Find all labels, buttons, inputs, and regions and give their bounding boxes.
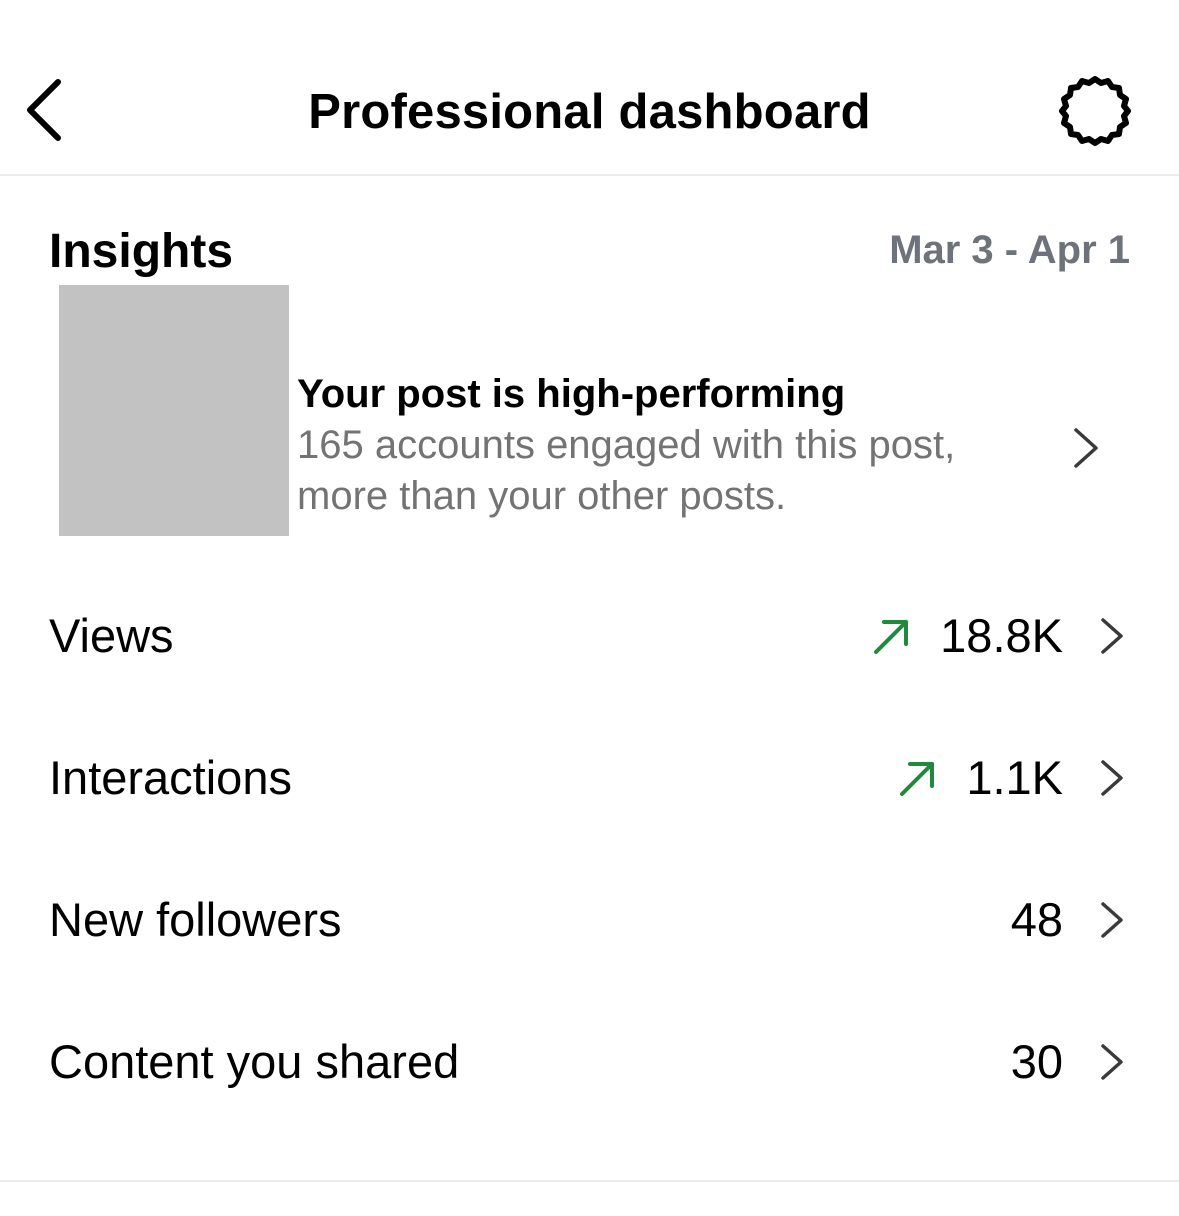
highlight-title: Your post is high-performing — [297, 372, 846, 416]
metric-row-new-followers[interactable]: New followers 48 — [0, 860, 1179, 980]
metric-label: New followers — [49, 893, 342, 946]
chevron-right-icon — [1101, 618, 1123, 654]
metric-value-group: 1.1K — [896, 718, 1127, 838]
chevron-right-icon — [1101, 760, 1123, 796]
metric-value: 30 — [1010, 1035, 1063, 1088]
top-bar: Professional dashboard — [0, 0, 1179, 176]
metric-value: 18.8K — [940, 609, 1063, 662]
metric-value: 1.1K — [966, 751, 1063, 804]
highlight-description: 165 accounts engaged with this post, mor… — [297, 423, 956, 518]
metric-value-group: 18.8K — [870, 576, 1127, 696]
insights-heading: Insights — [49, 225, 234, 278]
chevron-right-icon — [1074, 428, 1098, 468]
trend-up-arrow-icon — [900, 762, 935, 796]
metric-value-group: 30 — [1011, 1002, 1127, 1122]
divider — [0, 1180, 1179, 1182]
page-title: Professional dashboard — [308, 85, 871, 139]
metric-row-content-shared[interactable]: Content you shared 30 — [0, 1002, 1179, 1122]
chevron-right-icon — [1101, 1044, 1123, 1080]
high-performing-post-card[interactable]: Your post is high-performing 165 account… — [0, 284, 1179, 536]
settings-button[interactable] — [1056, 75, 1134, 147]
metric-row-views[interactable]: Views 18.8K — [0, 576, 1179, 696]
date-range[interactable]: Mar 3 - Apr 1 — [889, 224, 1130, 276]
metric-value-group: 48 — [1011, 860, 1127, 980]
chevron-right-icon — [1101, 902, 1123, 938]
post-thumbnail — [59, 285, 289, 536]
metric-value: 48 — [1010, 893, 1063, 946]
metric-label: Content you shared — [49, 1035, 460, 1088]
metric-label: Interactions — [49, 751, 292, 804]
metric-label: Views — [49, 609, 174, 662]
trend-up-arrow-icon — [874, 620, 909, 654]
metric-row-interactions[interactable]: Interactions 1.1K — [0, 718, 1179, 838]
gear-icon — [1059, 76, 1131, 146]
